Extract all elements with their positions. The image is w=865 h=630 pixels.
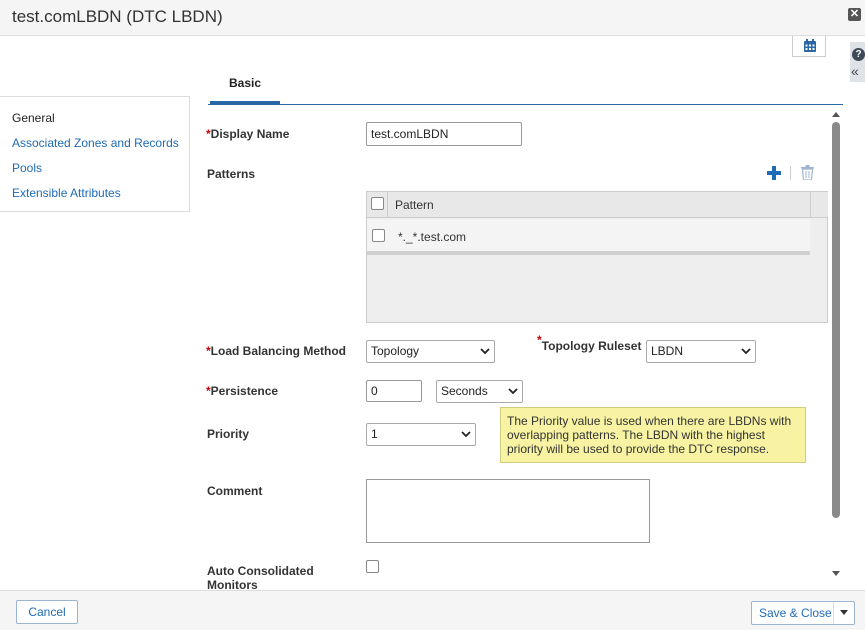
side-nav: General Associated Zones and Records Poo… [0,96,190,212]
chevron-down-icon [508,388,518,395]
priority-label: Priority [207,427,250,441]
trash-icon[interactable] [801,165,814,180]
pattern-column-header[interactable]: Pattern [395,198,434,212]
tab-basic[interactable]: Basic [210,70,280,104]
load-balancing-label: *Load Balancing Method [206,344,347,358]
topology-ruleset-value: LBDN [651,344,684,358]
display-name-label: *Display Name [206,127,290,141]
caret-down-icon[interactable] [840,610,848,615]
auto-consolidated-label: Auto Consolidated Monitors [207,564,314,589]
help-icon[interactable]: ? [852,48,865,61]
comment-textarea[interactable] [366,479,650,543]
window-title: test.comLBDN (DTC LBDN) [12,7,223,26]
schedule-button[interactable] [792,36,826,57]
save-close-button[interactable]: Save & Close [751,601,855,625]
sidebar-item-extensible-attributes[interactable]: Extensible Attributes [12,186,121,200]
dialog-footer: Cancel Save & Close [0,590,865,630]
grid-col-divider [387,192,388,218]
table-row[interactable]: *._*.test.com [367,219,810,255]
display-name-input[interactable]: test.comLBDN [366,122,522,146]
form-scrollbar[interactable] [829,108,843,583]
load-balancing-value: Topology [371,344,420,358]
split-separator [833,602,834,624]
persistence-unit-value: Seconds [441,384,488,398]
pattern-cell: *._*.test.com [398,230,467,244]
row-checkbox[interactable] [372,229,385,242]
sidebar-item-general[interactable]: General [12,111,55,125]
plus-icon[interactable] [766,165,782,181]
priority-select[interactable]: 1 [366,423,476,446]
load-balancing-select[interactable]: Topology [366,340,495,363]
grid-header: Pattern [367,192,810,218]
sidebar-item-pools[interactable]: Pools [12,161,42,175]
topology-ruleset-label: *Topology Ruleset [537,333,642,353]
patterns-grid: Pattern *._*.test.com [366,191,828,323]
double-chevron-left-icon[interactable]: « [851,64,859,78]
persistence-label: *Persistence [206,384,279,398]
calendar-icon [804,39,816,52]
chevron-down-icon [480,348,490,355]
topology-ruleset-select[interactable]: LBDN [646,340,756,363]
comment-label: Comment [207,484,263,498]
auto-consolidated-clip: Auto Consolidated Monitors [200,560,420,589]
grid-header-corner [810,192,828,218]
persistence-input[interactable]: 0 [366,380,422,402]
right-rail: ? « [850,42,865,82]
save-close-label: Save & Close [759,606,832,620]
auto-consolidated-checkbox[interactable] [366,560,379,573]
title-bar: test.comLBDN (DTC LBDN) ✕ [0,0,865,36]
tab-underline [208,104,843,105]
scrollbar-thumb[interactable] [832,122,840,518]
cancel-button[interactable]: Cancel [16,600,78,624]
select-all-checkbox[interactable] [371,197,384,210]
chevron-down-icon [461,431,471,438]
scroll-down-icon[interactable] [831,570,841,578]
toolbar-separator [790,166,791,180]
sidebar-item-associated-zones[interactable]: Associated Zones and Records [12,136,179,150]
patterns-label: Patterns [207,167,256,181]
close-icon[interactable]: ✕ [848,8,861,21]
priority-value: 1 [371,427,378,441]
persistence-unit-select[interactable]: Seconds [436,380,523,403]
priority-tooltip: The Priority value is used when there ar… [500,407,806,463]
chevron-down-icon [741,348,751,355]
scroll-up-icon[interactable] [831,110,841,118]
